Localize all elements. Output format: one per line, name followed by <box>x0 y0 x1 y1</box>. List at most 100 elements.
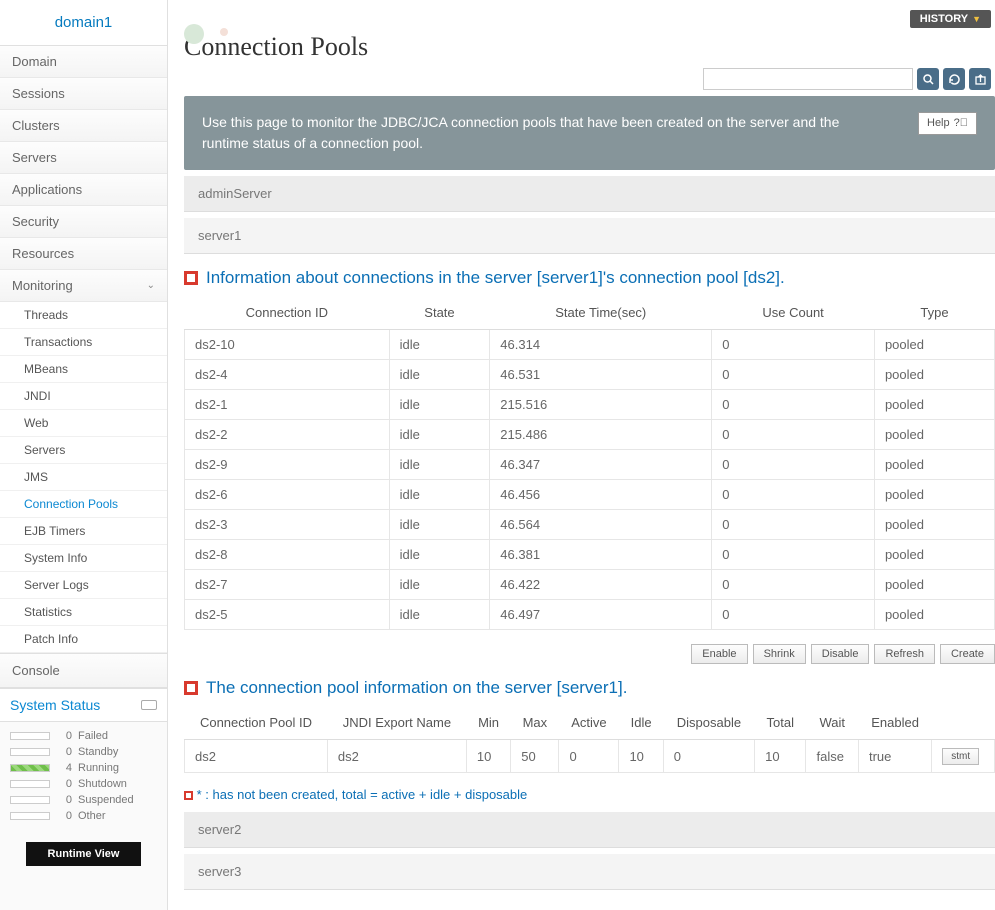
cell-id: ds2-2 <box>185 420 390 450</box>
export-icon[interactable] <box>969 68 991 90</box>
nav-item-domain[interactable]: Domain <box>0 46 167 78</box>
table-row[interactable]: ds2-6idle46.4560pooled <box>185 480 995 510</box>
stmt-button[interactable]: stmt <box>942 748 979 765</box>
refresh-button[interactable]: Refresh <box>874 644 935 664</box>
server-row[interactable]: server2 <box>184 812 995 848</box>
sidebar-item-system-info[interactable]: System Info <box>0 545 167 572</box>
table-row[interactable]: ds2-7idle46.4220pooled <box>185 570 995 600</box>
table-row[interactable]: ds2-9idle46.3470pooled <box>185 450 995 480</box>
status-label: Shutdown <box>78 778 127 790</box>
cell-state: idle <box>389 570 490 600</box>
column-header[interactable]: Active <box>559 706 619 740</box>
column-header[interactable]: Use Count <box>712 296 875 330</box>
cell-state: idle <box>389 450 490 480</box>
column-header[interactable]: State <box>389 296 490 330</box>
create-button[interactable]: Create <box>940 644 995 664</box>
column-header[interactable]: Idle <box>619 706 663 740</box>
help-button[interactable]: Help ?⃣ <box>918 112 977 135</box>
nav-item-servers[interactable]: Servers <box>0 142 167 174</box>
cell-type: pooled <box>874 420 994 450</box>
server-row[interactable]: server3 <box>184 854 995 890</box>
table-row[interactable]: ds2-10idle46.3140pooled <box>185 330 995 360</box>
runtime-view-button[interactable]: Runtime View <box>26 842 142 866</box>
section1-title: Information about connections in the ser… <box>184 268 995 288</box>
cell-time: 215.516 <box>490 390 712 420</box>
nav-item-clusters[interactable]: Clusters <box>0 110 167 142</box>
sidebar-item-jms[interactable]: JMS <box>0 464 167 491</box>
sidebar-item-transactions[interactable]: Transactions <box>0 329 167 356</box>
nav-console[interactable]: Console <box>0 653 167 688</box>
cell-count: 0 <box>712 570 875 600</box>
nav-item-applications[interactable]: Applications <box>0 174 167 206</box>
refresh-icon[interactable] <box>943 68 965 90</box>
cell-time: 46.564 <box>490 510 712 540</box>
column-header[interactable] <box>932 706 995 740</box>
cell-time: 46.381 <box>490 540 712 570</box>
status-bar-icon <box>10 812 50 820</box>
cell-state: idle <box>389 600 490 630</box>
column-header[interactable]: Type <box>874 296 994 330</box>
nav-item-sessions[interactable]: Sessions <box>0 78 167 110</box>
column-header[interactable]: Min <box>466 706 510 740</box>
history-button[interactable]: HISTORY ▼ <box>910 10 991 28</box>
status-row: 4Running <box>10 760 157 776</box>
pool-table: Connection Pool IDJNDI Export NameMinMax… <box>184 706 995 773</box>
cell-type: pooled <box>874 360 994 390</box>
column-header[interactable]: State Time(sec) <box>490 296 712 330</box>
server-row[interactable]: server1 <box>184 218 995 254</box>
table-row[interactable]: ds2-3idle46.5640pooled <box>185 510 995 540</box>
status-row: 0Standby <box>10 744 157 760</box>
status-bar-icon <box>10 764 50 772</box>
sidebar-item-statistics[interactable]: Statistics <box>0 599 167 626</box>
cell-time: 46.497 <box>490 600 712 630</box>
column-header[interactable]: Connection Pool ID <box>185 706 328 740</box>
sidebar-item-threads[interactable]: Threads <box>0 302 167 329</box>
column-header[interactable]: Total <box>755 706 806 740</box>
banner-text: Use this page to monitor the JDBC/JCA co… <box>202 112 882 154</box>
cell-type: pooled <box>874 330 994 360</box>
sidebar-item-ejb-timers[interactable]: EJB Timers <box>0 518 167 545</box>
system-status-header: System Status <box>0 688 167 722</box>
cell-total: 10 <box>755 740 806 773</box>
table-row[interactable]: ds2-1idle215.5160pooled <box>185 390 995 420</box>
disable-button[interactable]: Disable <box>811 644 870 664</box>
sidebar-item-web[interactable]: Web <box>0 410 167 437</box>
column-header[interactable]: Wait <box>806 706 858 740</box>
sidebar-item-connection-pools[interactable]: Connection Pools <box>0 491 167 518</box>
sidebar-item-jndi[interactable]: JNDI <box>0 383 167 410</box>
cell-type: pooled <box>874 600 994 630</box>
sidebar-item-mbeans[interactable]: MBeans <box>0 356 167 383</box>
cell-time: 46.314 <box>490 330 712 360</box>
table-row[interactable]: ds2-4idle46.5310pooled <box>185 360 995 390</box>
cell-jndi: ds2 <box>327 740 466 773</box>
square-icon <box>184 681 198 695</box>
nav-monitoring[interactable]: Monitoring ⌄ <box>0 270 167 302</box>
column-header[interactable]: Disposable <box>663 706 754 740</box>
cell-id: ds2-9 <box>185 450 390 480</box>
cell-id: ds2-1 <box>185 390 390 420</box>
search-icon[interactable] <box>917 68 939 90</box>
table-row[interactable]: ds2-5idle46.4970pooled <box>185 600 995 630</box>
cell-idle: 10 <box>619 740 663 773</box>
nav-item-security[interactable]: Security <box>0 206 167 238</box>
domain-name[interactable]: domain1 <box>0 0 167 46</box>
cell-state: idle <box>389 510 490 540</box>
column-header[interactable]: JNDI Export Name <box>327 706 466 740</box>
enable-button[interactable]: Enable <box>691 644 747 664</box>
sidebar-item-server-logs[interactable]: Server Logs <box>0 572 167 599</box>
column-header[interactable]: Connection ID <box>185 296 390 330</box>
info-banner: Use this page to monitor the JDBC/JCA co… <box>184 96 995 170</box>
square-icon <box>184 271 198 285</box>
table-row[interactable]: ds2ds21050010010falsetruestmt <box>185 740 995 773</box>
sidebar-item-servers[interactable]: Servers <box>0 437 167 464</box>
search-input[interactable] <box>703 68 913 90</box>
column-header[interactable]: Max <box>511 706 559 740</box>
shrink-button[interactable]: Shrink <box>753 644 806 664</box>
server-row[interactable]: adminServer <box>184 176 995 212</box>
table-row[interactable]: ds2-2idle215.4860pooled <box>185 420 995 450</box>
sidebar: domain1 DomainSessionsClustersServersApp… <box>0 0 168 910</box>
column-header[interactable]: Enabled <box>858 706 931 740</box>
sidebar-item-patch-info[interactable]: Patch Info <box>0 626 167 653</box>
nav-item-resources[interactable]: Resources <box>0 238 167 270</box>
table-row[interactable]: ds2-8idle46.3810pooled <box>185 540 995 570</box>
